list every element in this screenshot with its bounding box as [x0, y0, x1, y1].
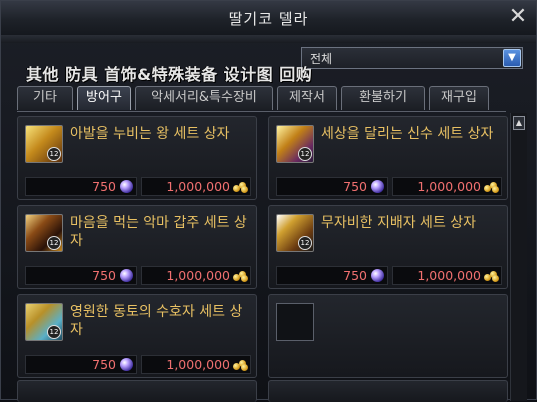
gem-price: 750: [25, 355, 137, 374]
price-row: 750 1,000,000: [276, 266, 502, 285]
item-name: 무자비한 지배자 세트 상자: [321, 215, 477, 231]
item-name: 영원한 동토의 수호자 세트 상자: [70, 304, 243, 338]
gold-price-value: 1,000,000: [166, 179, 230, 194]
tab-repurchase[interactable]: 재구입: [429, 86, 489, 110]
gem-currency-icon: [120, 269, 133, 282]
gold-coins-icon: [484, 271, 499, 282]
item-box-icon[interactable]: 12: [25, 125, 63, 163]
tab-accessories[interactable]: 악세서리&특수장비: [135, 86, 273, 110]
empty-item-slot: [17, 380, 257, 402]
price-row: 750 1,000,000: [25, 266, 251, 285]
gold-coins-icon: [233, 182, 248, 193]
price-row: 750 1,000,000: [25, 355, 251, 374]
frame-divider: [1, 35, 536, 43]
window-title: 딸기코 델라: [228, 10, 309, 28]
gem-currency-icon: [371, 269, 384, 282]
category-filter-dropdown[interactable]: 전체 ▼: [301, 47, 523, 69]
tab-misc[interactable]: 기타: [17, 86, 73, 110]
empty-item-slot: [268, 380, 508, 402]
gem-price-value: 750: [343, 179, 367, 194]
gem-currency-icon: [120, 180, 133, 193]
shop-item-card[interactable]: 12 아발을 누비는 왕 세트 상자 750 1,000,000: [17, 116, 257, 200]
item-list: 12 아발을 누비는 왕 세트 상자 750 1,000,000 12 세상을 …: [17, 111, 508, 402]
item-box-icon[interactable]: 12: [25, 214, 63, 252]
gold-coins-icon: [484, 182, 499, 193]
level-badge-icon: 12: [47, 147, 61, 161]
gold-price-value: 1,000,000: [417, 179, 481, 194]
item-box-icon[interactable]: 12: [25, 303, 63, 341]
gold-price: 1,000,000: [141, 177, 251, 196]
level-badge-icon: 12: [47, 236, 61, 250]
gem-price: 750: [25, 266, 137, 285]
gold-coins-icon: [233, 271, 248, 282]
shop-item-card[interactable]: 12 마음을 먹는 악마 갑주 세트 상자 750 1,000,000: [17, 205, 257, 289]
scroll-up-icon[interactable]: ▲: [513, 116, 525, 130]
item-name: 아발을 누비는 왕 세트 상자: [70, 126, 230, 142]
shop-window: 딸기코 델라 ✕ 전체 ▼ 其他 防具 首饰&特殊装备 设计图 回购 기타 방어…: [0, 0, 537, 402]
tab-refund[interactable]: 환불하기: [341, 86, 425, 110]
level-badge-icon: 12: [47, 325, 61, 339]
gold-price: 1,000,000: [392, 177, 502, 196]
gem-price-value: 750: [343, 268, 367, 283]
item-box-icon[interactable]: 12: [276, 214, 314, 252]
gold-price-value: 1,000,000: [166, 268, 230, 283]
chevron-down-icon[interactable]: ▼: [503, 49, 521, 67]
gem-currency-icon: [371, 180, 384, 193]
gem-price: 750: [276, 266, 388, 285]
tab-armor[interactable]: 방어구: [77, 86, 131, 110]
tab-recipes[interactable]: 제작서: [277, 86, 337, 110]
price-row: 750 1,000,000: [25, 177, 251, 196]
gem-price: 750: [276, 177, 388, 196]
gold-price: 1,000,000: [392, 266, 502, 285]
empty-item-slot: [268, 294, 508, 378]
gem-price-value: 750: [92, 357, 116, 372]
shop-tabs: 기타 방어구 악세서리&특수장비 제작서 환불하기 재구입: [17, 86, 522, 110]
translation-overlay-text: 其他 防具 首饰&特殊装备 设计图 回购: [26, 65, 313, 84]
gold-price-value: 1,000,000: [166, 357, 230, 372]
item-box-icon[interactable]: 12: [276, 125, 314, 163]
gem-currency-icon: [120, 358, 133, 371]
shop-item-card[interactable]: 12 영원한 동토의 수호자 세트 상자 750 1,000,000: [17, 294, 257, 378]
item-list-scrollbar[interactable]: ▲: [510, 113, 527, 401]
shop-item-card[interactable]: 12 세상을 달리는 신수 세트 상자 750 1,000,000: [268, 116, 508, 200]
empty-slot-frame: [276, 303, 314, 341]
gold-price: 1,000,000: [141, 266, 251, 285]
close-icon[interactable]: ✕: [508, 6, 528, 28]
gold-coins-icon: [233, 360, 248, 371]
gold-price-value: 1,000,000: [417, 268, 481, 283]
gem-price: 750: [25, 177, 137, 196]
title-bar[interactable]: 딸기코 델라 ✕: [1, 1, 536, 36]
gem-price-value: 750: [92, 268, 116, 283]
price-row: 750 1,000,000: [276, 177, 502, 196]
level-badge-icon: 12: [298, 236, 312, 250]
shop-item-card[interactable]: 12 무자비한 지배자 세트 상자 750 1,000,000: [268, 205, 508, 289]
item-name: 세상을 달리는 신수 세트 상자: [321, 126, 494, 142]
level-badge-icon: 12: [298, 147, 312, 161]
item-name: 마음을 먹는 악마 갑주 세트 상자: [70, 215, 247, 249]
gold-price: 1,000,000: [141, 355, 251, 374]
filter-selected-value: 전체: [310, 52, 333, 66]
gem-price-value: 750: [92, 179, 116, 194]
